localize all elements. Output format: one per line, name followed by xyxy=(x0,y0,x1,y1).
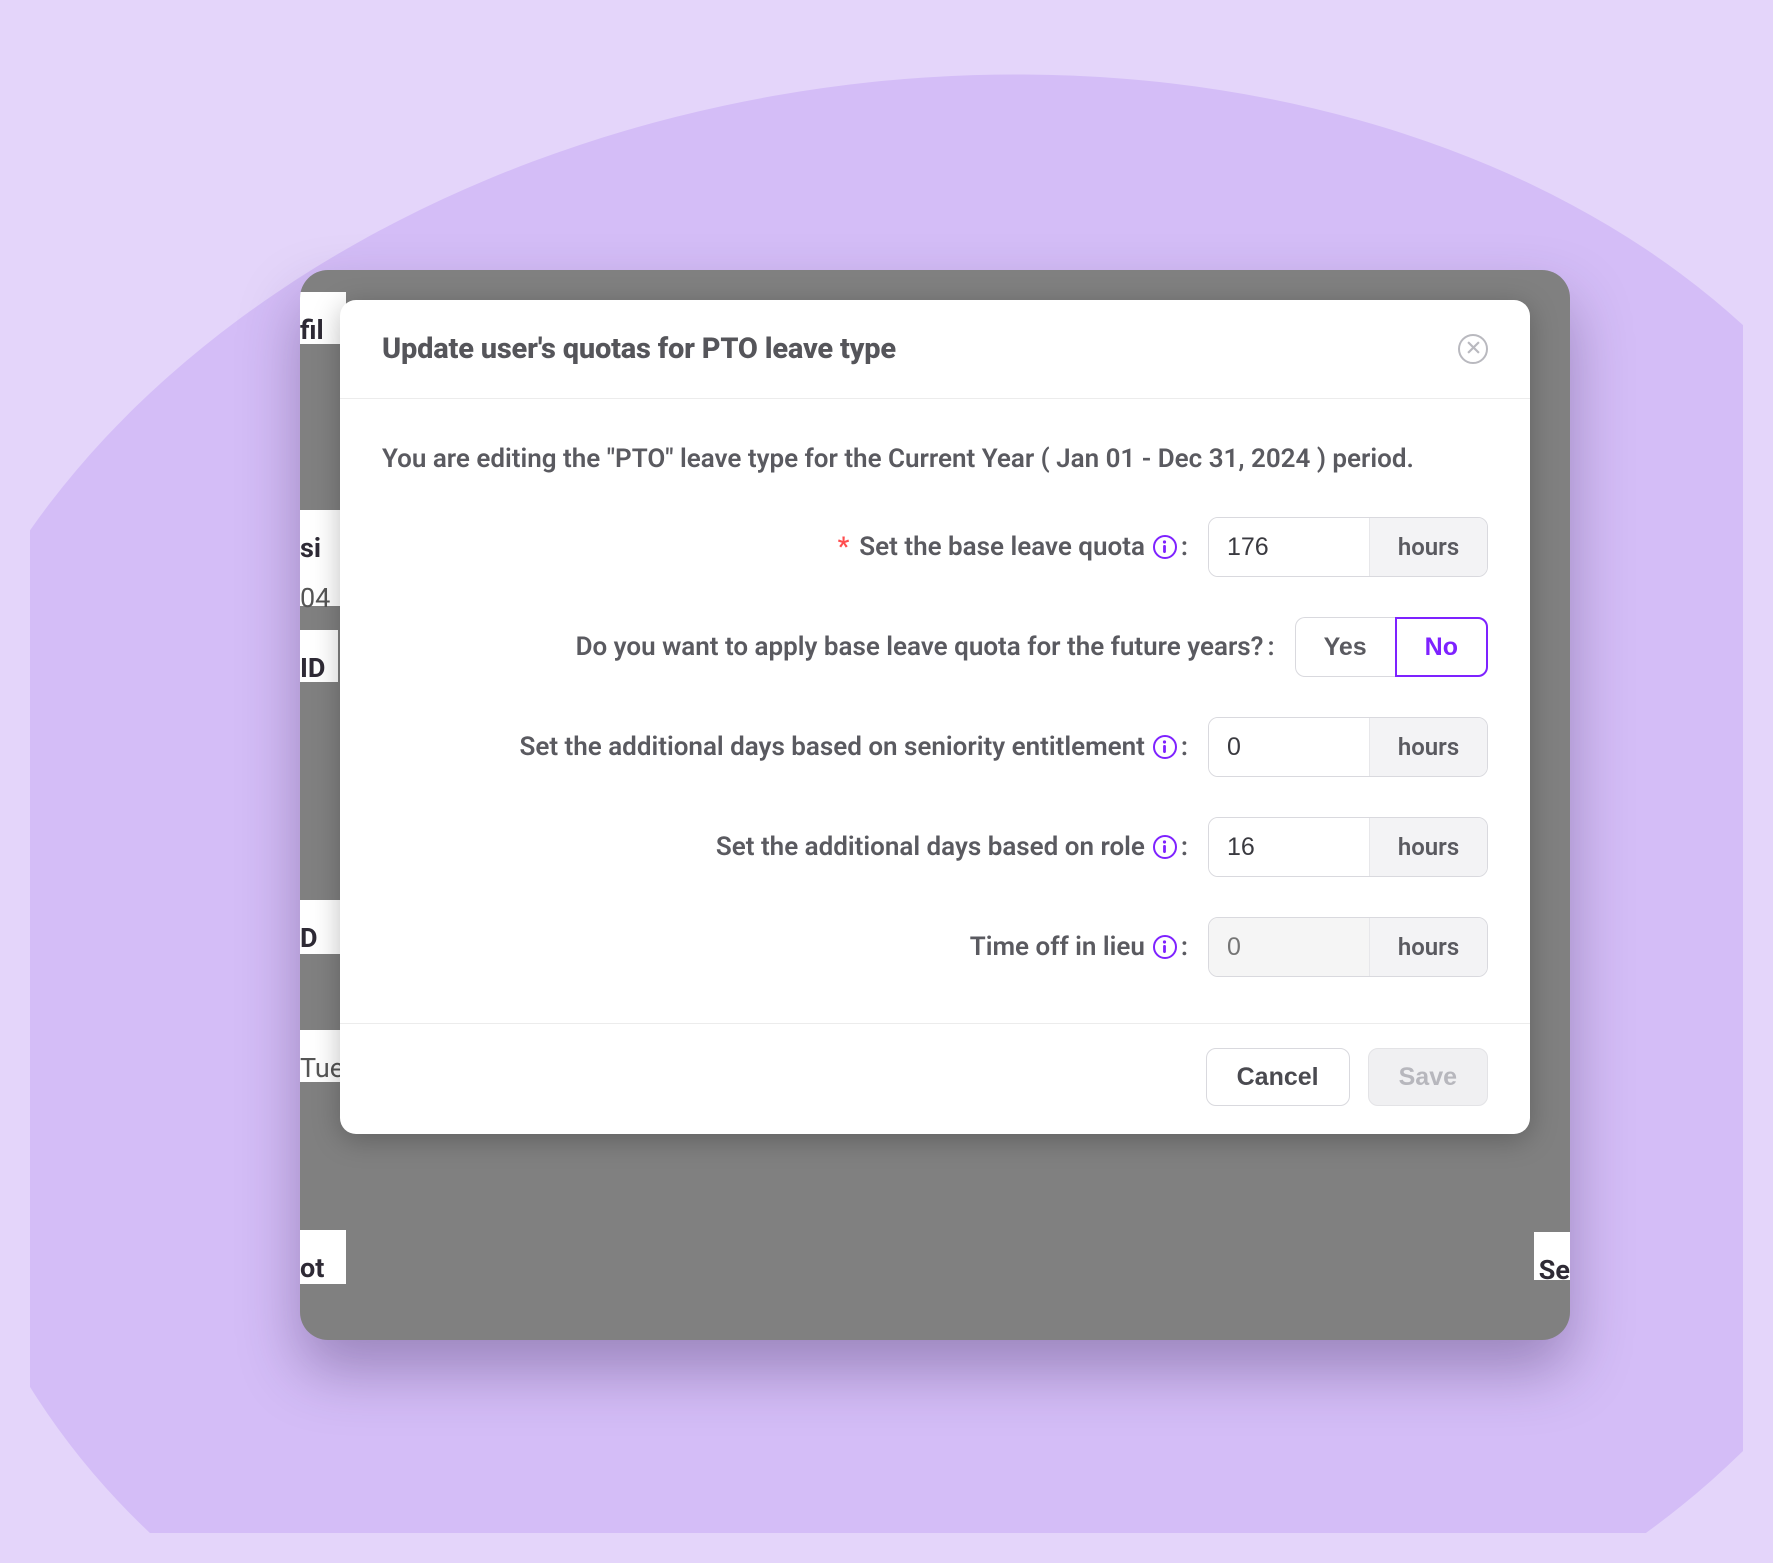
cancel-button[interactable]: Cancel xyxy=(1206,1048,1350,1106)
unit-label: hours xyxy=(1369,918,1487,976)
bg-text: si xyxy=(300,510,340,562)
label-seniority: Set the additional days based on seniori… xyxy=(519,732,1188,762)
label-role: Set the additional days based on role : xyxy=(716,832,1188,862)
input-toil xyxy=(1209,918,1369,976)
colon: : xyxy=(1181,832,1188,862)
label-text: Set the additional days based on seniori… xyxy=(519,732,1144,762)
app-window: fil si 04 ID D Tue ot Se Update user's q… xyxy=(300,270,1570,1340)
input-toil-group: hours xyxy=(1208,917,1488,977)
colon: : xyxy=(1267,632,1274,662)
label-future-years: Do you want to apply base leave quota fo… xyxy=(576,632,1275,662)
future-years-no[interactable]: No xyxy=(1395,617,1488,677)
required-mark: * xyxy=(838,532,850,562)
save-button[interactable]: Save xyxy=(1368,1048,1488,1106)
label-text: Set the base leave quota xyxy=(859,532,1145,562)
outer-card: fil si 04 ID D Tue ot Se Update user's q… xyxy=(30,10,1743,1533)
input-seniority[interactable] xyxy=(1209,718,1369,776)
bg-text: Tue xyxy=(300,1030,340,1082)
modal-footer: Cancel Save xyxy=(340,1023,1530,1134)
segmented-future-years: Yes No xyxy=(1295,617,1488,677)
colon: : xyxy=(1181,732,1188,762)
row-future-years: Do you want to apply base leave quota fo… xyxy=(382,617,1488,677)
unit-label: hours xyxy=(1369,818,1487,876)
label-toil: Time off in lieu : xyxy=(970,932,1188,962)
modal-header: Update user's quotas for PTO leave type xyxy=(340,300,1530,399)
row-base-quota: * Set the base leave quota : hours xyxy=(382,517,1488,577)
bg-text: Se xyxy=(1534,1232,1570,1280)
input-seniority-group: hours xyxy=(1208,717,1488,777)
colon: : xyxy=(1181,532,1188,562)
bg-text: 04 xyxy=(300,560,340,606)
label-base-quota: * Set the base leave quota : xyxy=(838,532,1188,562)
input-role-group: hours xyxy=(1208,817,1488,877)
input-base-quota-group: hours xyxy=(1208,517,1488,577)
label-text: Set the additional days based on role xyxy=(716,832,1145,862)
row-seniority: Set the additional days based on seniori… xyxy=(382,717,1488,777)
row-role: Set the additional days based on role : … xyxy=(382,817,1488,877)
info-icon[interactable] xyxy=(1153,835,1177,859)
bg-text: ID xyxy=(300,630,338,682)
close-button[interactable] xyxy=(1458,334,1488,364)
modal-intro: You are editing the "PTO" leave type for… xyxy=(382,439,1488,479)
label-text: Time off in lieu xyxy=(970,932,1145,962)
info-icon[interactable] xyxy=(1153,735,1177,759)
modal-title: Update user's quotas for PTO leave type xyxy=(382,332,896,366)
colon: : xyxy=(1181,932,1188,962)
stage: fil si 04 ID D Tue ot Se Update user's q… xyxy=(0,0,1773,1563)
input-base-quota[interactable] xyxy=(1209,518,1369,576)
info-icon[interactable] xyxy=(1153,935,1177,959)
unit-label: hours xyxy=(1369,718,1487,776)
unit-label: hours xyxy=(1369,518,1487,576)
row-toil: Time off in lieu : hours xyxy=(382,917,1488,977)
bg-text: D xyxy=(300,900,344,954)
modal-body: You are editing the "PTO" leave type for… xyxy=(340,399,1530,1023)
future-years-yes[interactable]: Yes xyxy=(1295,617,1395,677)
input-role[interactable] xyxy=(1209,818,1369,876)
update-quotas-modal: Update user's quotas for PTO leave type … xyxy=(340,300,1530,1134)
info-icon[interactable] xyxy=(1153,535,1177,559)
label-text: Do you want to apply base leave quota fo… xyxy=(576,632,1264,662)
close-icon xyxy=(1467,341,1480,357)
bg-text: ot xyxy=(300,1230,346,1284)
